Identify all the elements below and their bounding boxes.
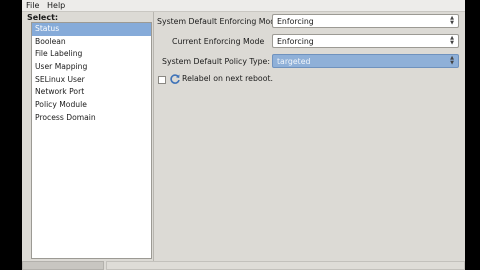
default-mode-value: Enforcing xyxy=(277,17,314,26)
relabel-checkbox[interactable] xyxy=(158,76,166,84)
list-item-boolean[interactable]: Boolean xyxy=(32,36,151,49)
list-item-selinux-user[interactable]: SELinux User xyxy=(32,74,151,87)
default-mode-label: System Default Enforcing Mode xyxy=(157,17,281,26)
screen-border-left xyxy=(0,0,22,270)
combo-arrows-icon: ▲ ▼ xyxy=(450,35,454,46)
list-item-file-labeling[interactable]: File Labeling xyxy=(32,48,151,61)
list-item-network-port[interactable]: Network Port xyxy=(32,86,151,99)
default-mode-combo[interactable]: Enforcing ▲ ▼ xyxy=(272,14,459,28)
refresh-icon xyxy=(170,74,180,84)
status-bar-progress xyxy=(22,261,104,270)
list-item-status[interactable]: Status xyxy=(32,23,151,36)
status-bar xyxy=(106,261,465,270)
relabel-label[interactable]: Relabel on next reboot. xyxy=(182,74,273,83)
help-menu[interactable]: Help xyxy=(47,0,65,11)
current-mode-combo[interactable]: Enforcing ▲ ▼ xyxy=(272,34,459,48)
policy-type-combo[interactable]: targeted ▲ ▼ xyxy=(272,54,459,68)
selinux-admin-window: File Help Select: Status Boolean File La… xyxy=(22,0,465,270)
select-label: Select: xyxy=(27,13,59,22)
help-menu-label: Help xyxy=(47,1,66,10)
current-mode-label: Current Enforcing Mode xyxy=(172,37,265,46)
combo-arrows-icon: ▲ ▼ xyxy=(450,55,454,66)
list-item-process-domain[interactable]: Process Domain xyxy=(32,112,151,125)
pane-separator[interactable] xyxy=(153,12,154,262)
screen-border-right xyxy=(465,0,480,270)
list-item-user-mapping[interactable]: User Mapping xyxy=(32,61,151,74)
file-menu[interactable]: File xyxy=(26,0,39,11)
current-mode-value: Enforcing xyxy=(277,37,314,46)
file-menu-label: File xyxy=(26,1,40,10)
policy-type-value: targeted xyxy=(277,57,311,66)
category-list[interactable]: Status Boolean File Labeling User Mappin… xyxy=(31,22,152,259)
policy-type-label: System Default Policy Type: xyxy=(162,57,270,66)
combo-arrows-icon: ▲ ▼ xyxy=(450,15,454,26)
list-item-policy-module[interactable]: Policy Module xyxy=(32,99,151,112)
menubar: File Help xyxy=(22,0,465,12)
